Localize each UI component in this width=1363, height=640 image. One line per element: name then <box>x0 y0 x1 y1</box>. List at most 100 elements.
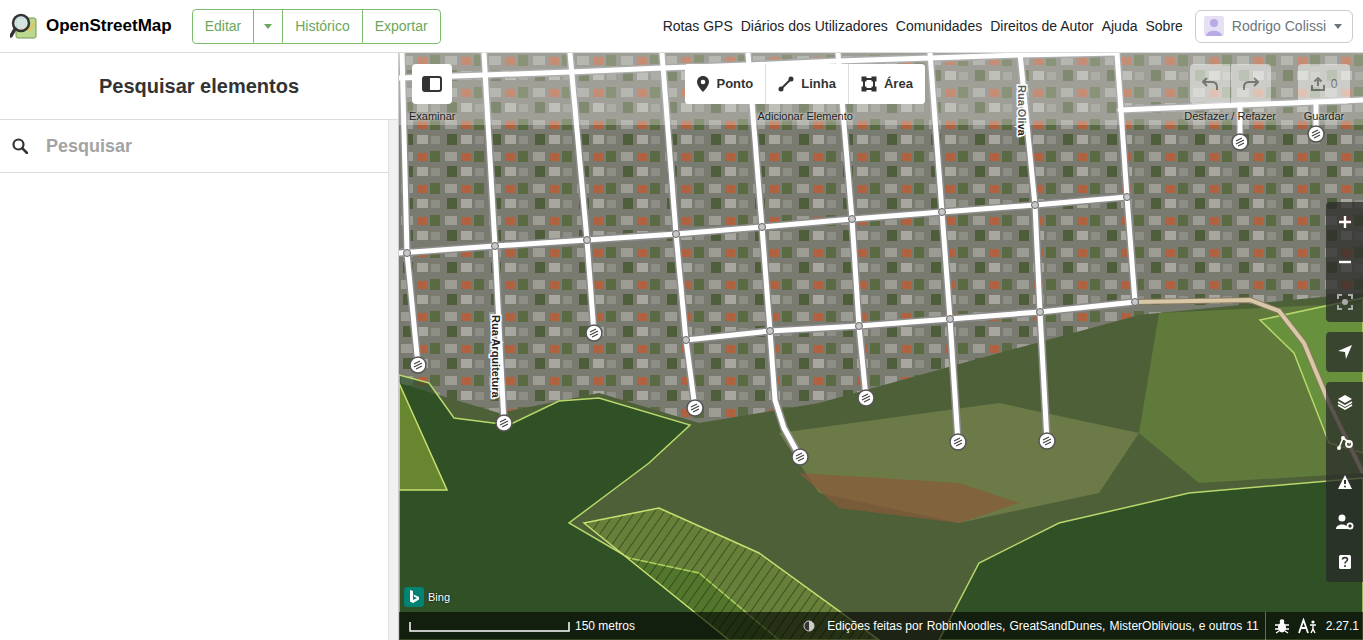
scale-bar: 150 metros <box>409 617 635 635</box>
caret-icon <box>1334 24 1342 29</box>
accessibility-icon[interactable] <box>1298 618 1318 634</box>
history-label: Desfazer / Refazer <box>1184 108 1276 125</box>
add-element-label: Adicionar Elemento <box>757 108 852 125</box>
bug-icon[interactable] <box>1274 618 1290 634</box>
help-button[interactable] <box>1326 542 1363 582</box>
sidebar-content <box>0 120 388 640</box>
upload-icon <box>1311 77 1325 91</box>
search-input[interactable] <box>44 132 376 161</box>
sidebar-title: Pesquisar elementos <box>99 74 299 98</box>
road-end-markers[interactable] <box>410 126 1324 465</box>
mode-label[interactable]: Linha <box>801 74 836 94</box>
undo-button[interactable] <box>1190 64 1230 104</box>
more-contributors-link[interactable]: 11 <box>1246 617 1258 635</box>
nav-link-item[interactable]: Sobre <box>1141 16 1186 37</box>
search-row <box>0 120 388 173</box>
user-settings-icon <box>1336 514 1354 530</box>
sidebar-toggle-icon <box>422 76 442 92</box>
imagery-logo[interactable]: Bing <box>404 587 450 607</box>
sidebar: Pesquisar elementos <box>0 53 399 640</box>
bing-logo-icon <box>404 587 424 607</box>
map-controls <box>1326 202 1363 582</box>
undo-icon <box>1202 76 1218 92</box>
street-label: Rua Arquitetura <box>490 315 502 399</box>
attribution-more: e outros <box>1199 617 1242 635</box>
save-button[interactable]: 0 <box>1298 64 1350 104</box>
attribution: Edições feitas por RobinNoodles,GreatSan… <box>803 617 1258 635</box>
brand-name[interactable]: OpenStreetMap <box>46 13 172 39</box>
contributor-link[interactable]: GreatSandDunes, <box>1009 617 1105 635</box>
attribution-prefix: Edições feitas por <box>827 617 922 635</box>
zoom-to-selection-button[interactable] <box>1326 282 1363 322</box>
version-link[interactable]: 2.27.1 <box>1326 617 1359 635</box>
nav-link-item[interactable]: Comunidades <box>892 16 986 37</box>
contributor-link[interactable]: MisterOblivious, <box>1109 617 1194 635</box>
sidebar-header: Pesquisar elementos <box>0 53 398 120</box>
issues-button[interactable] <box>1326 462 1363 502</box>
edit-button-group: Editar Histórico Exportar <box>192 9 441 44</box>
imagery-name[interactable]: Bing <box>428 589 450 606</box>
history-tool: Desfazer / Refazer <box>1184 64 1276 125</box>
search-icon <box>12 138 28 154</box>
geolocate-control <box>1326 332 1363 372</box>
osm-logo-icon <box>10 12 38 40</box>
export-button[interactable]: Exportar <box>362 9 441 44</box>
avatar-icon <box>1204 16 1224 36</box>
help-icon <box>1338 554 1352 570</box>
mode-label[interactable]: Área <box>884 74 913 94</box>
nav-link-item[interactable]: Rotas GPS <box>659 16 737 37</box>
map-toolbar: Examinar Ponto Linha Área <box>399 53 1363 125</box>
layers-icon <box>1337 394 1353 410</box>
panel-controls <box>1326 382 1363 582</box>
map-data-icon <box>1337 434 1353 450</box>
redo-icon <box>1243 76 1259 92</box>
minus-icon <box>1338 255 1352 269</box>
add-element-tool: Ponto Linha Área Adicionar Elemento <box>685 64 924 125</box>
site-header: OpenStreetMap Editar Histórico Exportar … <box>0 0 1363 53</box>
site-nav: Rotas GPSDiários dos UtilizadoresComunid… <box>659 16 1187 37</box>
save-tool: 0 Guardar <box>1298 64 1350 125</box>
line-mode-button[interactable]: Linha <box>766 64 849 104</box>
mode-group: Ponto Linha Área <box>685 64 924 104</box>
edit-dropdown-button[interactable] <box>253 9 283 44</box>
line-icon <box>778 76 794 92</box>
sidebar-scrollbar[interactable] <box>388 120 398 640</box>
history-button[interactable]: Histórico <box>282 9 362 44</box>
footer-tools: 2.27.1 <box>1274 617 1359 635</box>
zoom-out-button[interactable] <box>1326 242 1363 282</box>
map-canvas[interactable]: Rua Arquitetura Rua Oliva <box>399 53 1363 640</box>
scale-line-icon <box>409 620 571 632</box>
nav-link-item[interactable]: Ajuda <box>1098 16 1142 37</box>
zoom-controls <box>1326 202 1363 322</box>
contributor-link[interactable]: RobinNoodles, <box>927 617 1006 635</box>
map[interactable]: Rua Arquitetura Rua Oliva Examinar Pon <box>399 53 1363 640</box>
redo-button[interactable] <box>1231 64 1271 104</box>
plus-icon <box>1338 215 1352 229</box>
save-count[interactable]: 0 <box>1331 75 1338 93</box>
zoom-to-icon <box>1337 294 1353 310</box>
history-panel-icon <box>803 620 815 632</box>
user-name[interactable]: Rodrigo Colissi <box>1232 16 1326 37</box>
brand-link[interactable]: OpenStreetMap <box>10 12 172 40</box>
history-group <box>1190 64 1271 104</box>
caret-icon <box>264 24 272 29</box>
footer-separator <box>1265 612 1266 640</box>
user-menu-button[interactable]: Rodrigo Colissi <box>1195 10 1353 43</box>
geolocate-button[interactable] <box>1326 332 1363 372</box>
edit-button[interactable]: Editar <box>192 9 255 44</box>
background-button[interactable] <box>1326 382 1363 422</box>
area-mode-button[interactable]: Área <box>849 64 925 104</box>
examine-tool: Examinar <box>409 64 455 125</box>
point-mode-button[interactable]: Ponto <box>685 64 766 104</box>
nav-link-item[interactable]: Direitos de Autor <box>986 16 1098 37</box>
sidebar-body <box>0 120 398 640</box>
save-label: Guardar <box>1304 108 1344 125</box>
examine-label: Examinar <box>409 108 455 125</box>
examine-button[interactable] <box>412 64 452 104</box>
zoom-in-button[interactable] <box>1326 202 1363 242</box>
nav-link-item[interactable]: Diários dos Utilizadores <box>737 16 892 37</box>
preferences-button[interactable] <box>1326 502 1363 542</box>
mode-label[interactable]: Ponto <box>716 74 753 94</box>
area-icon <box>861 76 877 92</box>
map-data-button[interactable] <box>1326 422 1363 462</box>
